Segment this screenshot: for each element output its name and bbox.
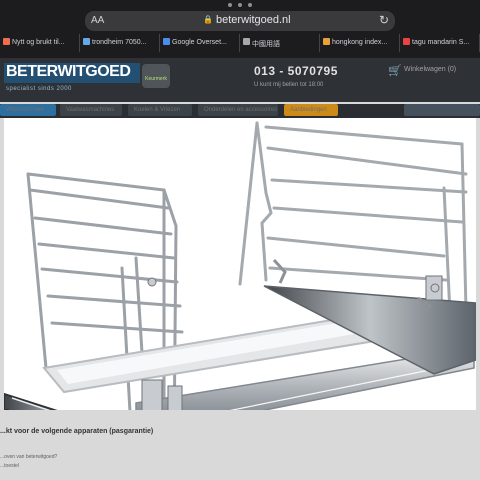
content-area <box>0 412 480 480</box>
favicon-icon <box>3 38 10 45</box>
nav-item[interactable]: Wasmachines <box>0 104 56 116</box>
nav-item[interactable]: Onderdelen en accessoires <box>198 104 278 116</box>
url-domain[interactable]: beterwitgoed.nl <box>216 14 291 26</box>
nav-item[interactable]: Aanbiedingen <box>284 104 338 116</box>
webpage: BETERWITGOED specialist sinds 2000 Keurm… <box>0 58 480 480</box>
section-heading: ...kt voor de volgende apparaten (pasgar… <box>0 428 154 435</box>
rear-clip <box>272 258 287 284</box>
address-bar[interactable]: AA 🔒 beterwitgoed.nl ↻ <box>85 11 395 31</box>
tab-bar: Nytt og brukt til... trondheim 7050... G… <box>0 34 480 52</box>
tab-switcher-indicator[interactable] <box>228 3 252 7</box>
tab-4[interactable]: 中國用語 <box>240 34 320 52</box>
cart-icon[interactable]: 🛒 <box>388 64 402 77</box>
favicon-icon <box>163 38 170 45</box>
tab-1[interactable]: Nytt og brukt til... <box>0 34 80 52</box>
lock-icon: 🔒 <box>203 15 213 24</box>
tab-3[interactable]: Google Overset... <box>160 34 240 52</box>
nav-item[interactable]: Vaatwasmachines <box>60 104 122 116</box>
telescopic-rail-image <box>4 121 476 410</box>
product-image <box>4 118 476 410</box>
body-text-line: ...oven van beterwitgoed? <box>0 454 58 460</box>
tab-5[interactable]: hongkong index... <box>320 34 400 52</box>
logo-tagline: specialist sinds 2000 <box>6 86 72 92</box>
reload-icon[interactable]: ↻ <box>379 13 389 27</box>
browser-chrome: AA 🔒 beterwitgoed.nl ↻ Nytt og brukt til… <box>0 0 480 58</box>
tab-2[interactable]: trondheim 7050... <box>80 34 160 52</box>
trust-badge: Keurmerk <box>142 64 170 88</box>
phone-number[interactable]: 013 - 5070795 <box>254 64 338 78</box>
text-size-button[interactable]: AA <box>91 15 104 26</box>
favicon-icon <box>83 38 90 45</box>
site-logo[interactable]: BETERWITGOED <box>4 63 140 83</box>
tab-6[interactable]: tagu mandarin S... <box>400 34 480 52</box>
favicon-icon <box>243 38 250 45</box>
search-field[interactable] <box>404 104 480 116</box>
site-header: BETERWITGOED specialist sinds 2000 Keurm… <box>0 58 480 102</box>
phone-hours: U kunt mij bellen tot 18:00 <box>254 82 324 88</box>
main-nav: Wasmachines Vaatwasmachines Koelen & Vri… <box>0 104 480 118</box>
body-text-line: ...toestel <box>0 463 19 469</box>
favicon-icon <box>403 38 410 45</box>
favicon-icon <box>323 38 330 45</box>
cart-link[interactable]: Winkelwagen (0) <box>404 66 456 73</box>
nav-item[interactable]: Koelen & Vriezen <box>128 104 192 116</box>
